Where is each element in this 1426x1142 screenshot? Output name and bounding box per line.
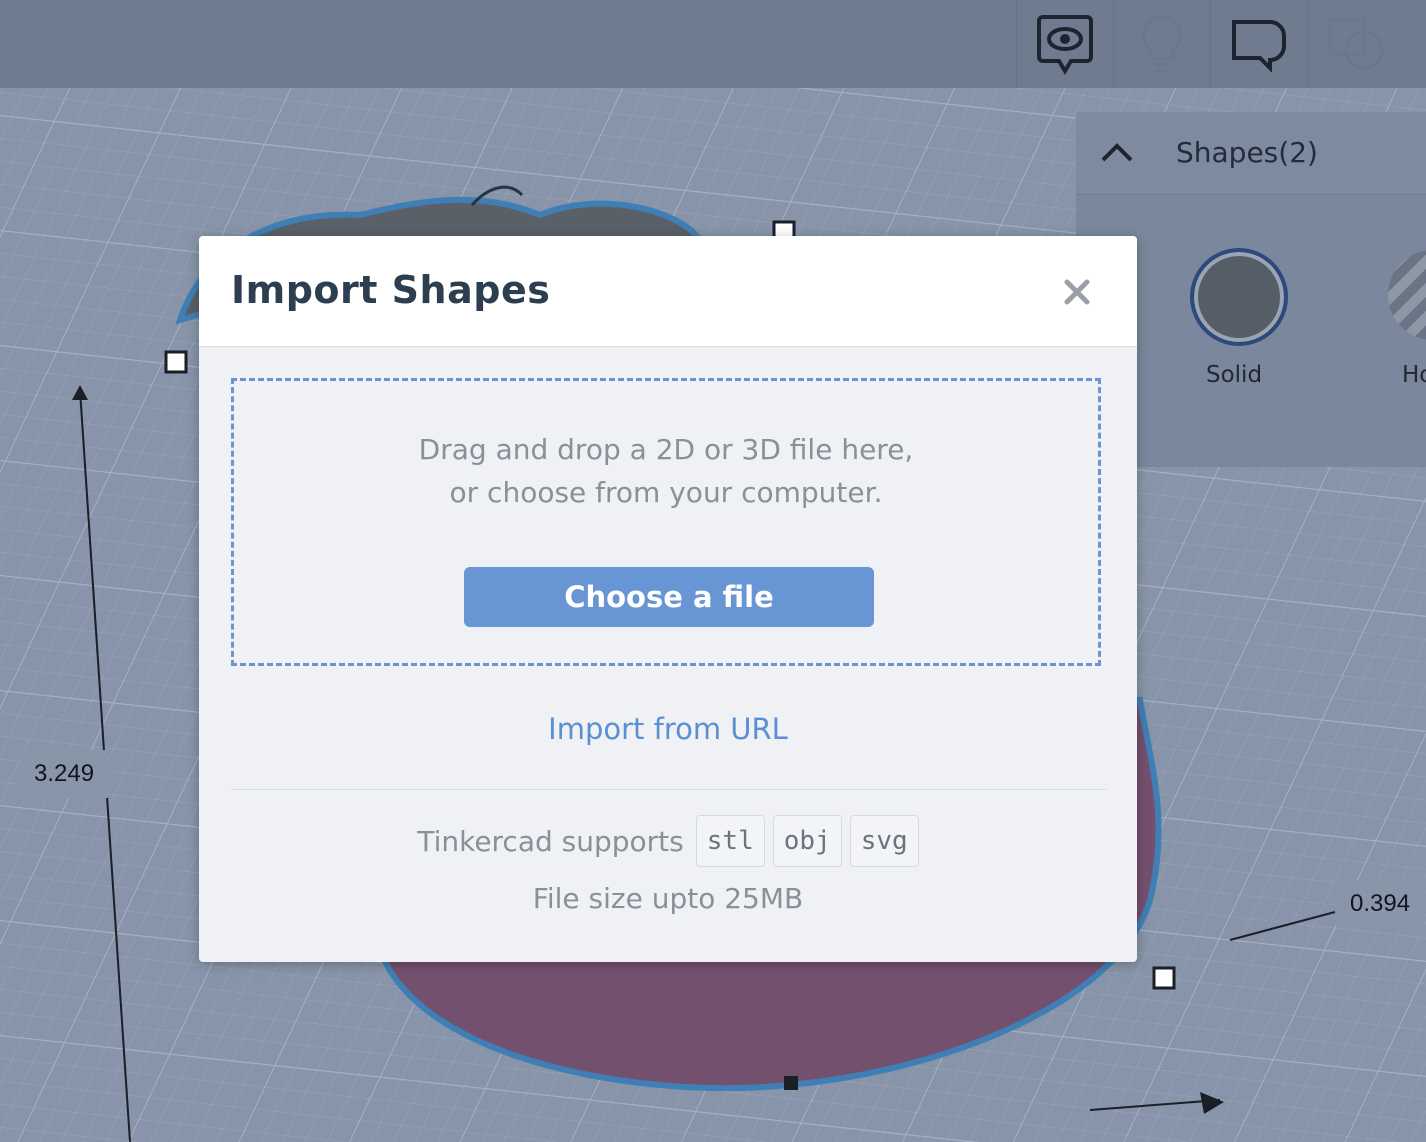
divider	[231, 789, 1106, 790]
note-shape-button[interactable]	[1210, 0, 1307, 88]
close-button[interactable]	[1055, 272, 1099, 316]
lightbulb-icon	[1140, 13, 1184, 75]
solid-label: Solid	[1206, 362, 1263, 388]
format-badge-obj: obj	[772, 815, 842, 867]
view-comment-icon	[1037, 13, 1093, 75]
dimension-label-height[interactable]: 3.249	[20, 750, 109, 798]
shapes-panel-title: Shapes(2)	[1176, 136, 1318, 169]
import-from-url-link[interactable]: Import from URL	[199, 712, 1137, 746]
copy-shape-button[interactable]	[1307, 0, 1404, 88]
dialog-header: Import Shapes	[199, 236, 1137, 347]
supports-label: Tinkercad supports	[417, 824, 684, 858]
view-comment-button[interactable]	[1016, 0, 1113, 88]
top-toolbar	[0, 0, 1426, 88]
dropzone-instruction-line1: Drag and drop a 2D or 3D file here,	[418, 433, 914, 466]
close-icon	[1064, 279, 1090, 309]
hole-swatch[interactable]	[1388, 250, 1426, 340]
note-shape-icon	[1230, 16, 1288, 72]
file-dropzone[interactable]: Drag and drop a 2D or 3D file here, or c…	[231, 378, 1101, 666]
format-badge-stl: stl	[695, 815, 765, 867]
solid-swatch[interactable]	[1190, 248, 1288, 346]
supported-formats-row: Tinkercad supports stl obj svg	[199, 812, 1137, 870]
lightbulb-button[interactable]	[1113, 0, 1210, 88]
chevron-up-icon[interactable]	[1100, 140, 1134, 164]
choose-file-button[interactable]: Choose a file	[464, 567, 874, 627]
import-shapes-dialog: Import Shapes Drag and drop a 2D or 3D f…	[199, 236, 1137, 962]
dropzone-instruction-line2: or choose from your computer.	[449, 476, 883, 509]
dialog-title: Import Shapes	[231, 268, 551, 312]
shapes-panel-header[interactable]: Shapes(2)	[1076, 112, 1426, 195]
copy-shape-icon	[1326, 16, 1386, 72]
file-size-limit: File size upto 25MB	[532, 882, 804, 915]
format-badge-svg: svg	[849, 815, 919, 867]
hole-label: Ho	[1402, 362, 1426, 388]
dimension-label-depth[interactable]: 0.394	[1336, 880, 1425, 928]
